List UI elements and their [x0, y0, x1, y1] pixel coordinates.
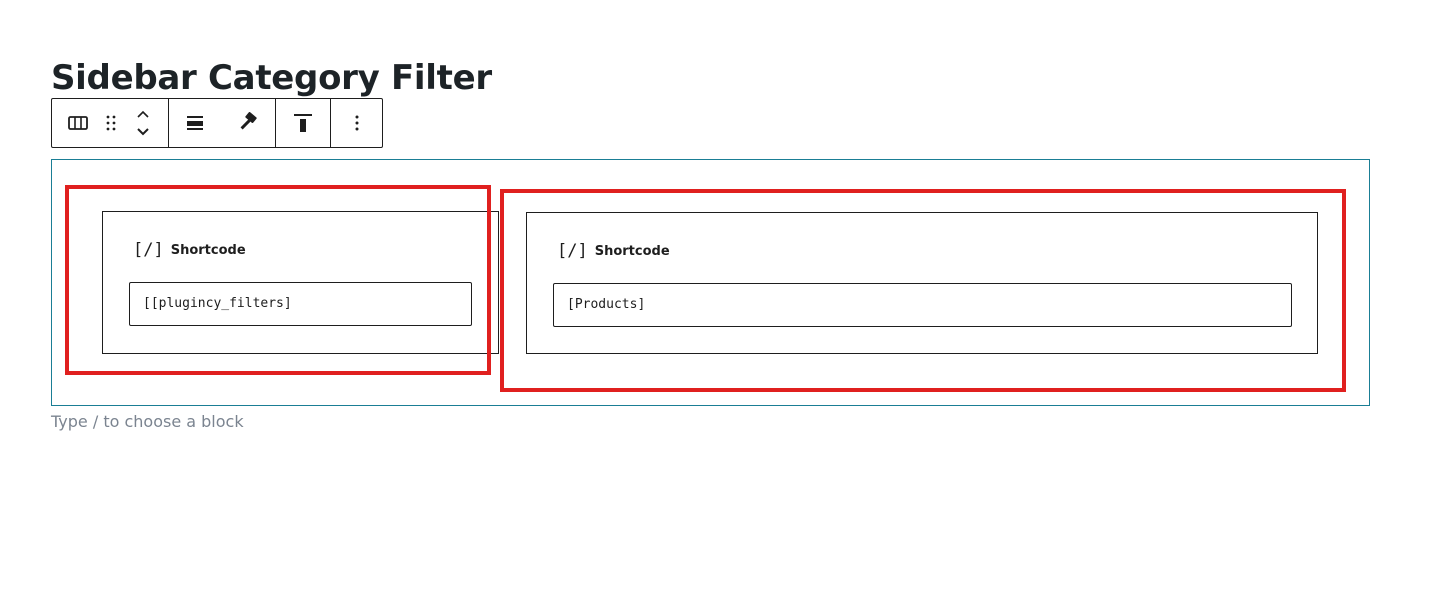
block-type-button[interactable] [52, 99, 104, 147]
vertical-align-button[interactable] [169, 99, 221, 147]
shortcode-block-right[interactable]: [/] Shortcode [Products] [526, 212, 1318, 354]
move-down-button[interactable] [135, 123, 151, 141]
drag-handle-button[interactable] [104, 99, 118, 147]
block-appender-hint[interactable]: Type / to choose a block [51, 412, 244, 431]
toolbar-group-options [331, 99, 382, 147]
shortcode-icon: [/] [133, 240, 164, 260]
shortcode-input[interactable]: [[plugincy_filters] [129, 282, 472, 326]
drag-handle-icon [105, 114, 117, 132]
toolbar-group-block [52, 99, 169, 147]
toolbar-group-position [276, 99, 331, 147]
shortcode-block-left[interactable]: [/] Shortcode [[plugincy_filters] [102, 211, 499, 354]
shortcode-block-header: [/] Shortcode [557, 241, 670, 261]
move-up-icon [135, 109, 151, 119]
shortcode-label: Shortcode [594, 243, 670, 259]
align-top-icon [293, 112, 313, 134]
hammer-button[interactable] [221, 99, 275, 147]
move-down-icon [135, 127, 151, 137]
shortcode-icon: [/] [557, 241, 588, 261]
hammer-icon [237, 112, 259, 134]
more-options-button[interactable] [331, 99, 382, 147]
more-options-icon [354, 114, 360, 132]
vertical-align-icon [185, 113, 205, 133]
columns-icon [67, 113, 89, 133]
shortcode-input[interactable]: [Products] [553, 283, 1292, 327]
page-title[interactable]: Sidebar Category Filter [51, 56, 492, 100]
shortcode-label: Shortcode [170, 242, 246, 258]
toolbar-group-align [169, 99, 276, 147]
shortcode-block-header: [/] Shortcode [133, 240, 246, 260]
block-toolbar [51, 98, 383, 148]
move-up-button[interactable] [135, 105, 151, 123]
mover-controls [118, 99, 168, 147]
align-top-button[interactable] [276, 99, 330, 147]
